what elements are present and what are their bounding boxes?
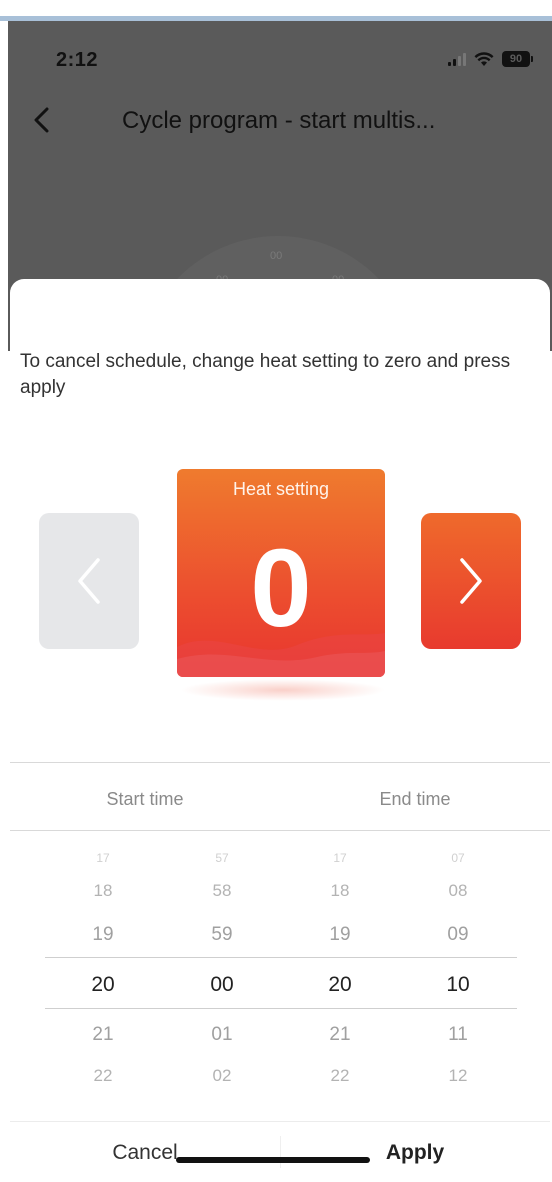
heat-setting-label: Heat setting — [232, 479, 330, 499]
status-bar: 2:12 90 — [8, 21, 552, 101]
wheel-item: 02 — [212, 1066, 232, 1085]
end-minute-wheel[interactable]: 07 08 09 10 11 12 — [398, 851, 518, 1091]
wheel-item: 12 — [448, 1066, 468, 1085]
page-title: Cycle program - start multis... — [122, 107, 436, 134]
wheel-item-selected: 00 — [210, 973, 234, 996]
schedule-bottom-sheet: To cancel schedule, change heat setting … — [10, 279, 550, 1182]
cancel-button[interactable]: Cancel — [10, 1122, 280, 1182]
increase-heat-button[interactable] — [421, 513, 521, 649]
wheel-item: 17 — [333, 851, 347, 865]
chevron-left-icon[interactable] — [30, 105, 54, 135]
status-time: 2:12 — [56, 49, 99, 71]
instruction-text: To cancel schedule, change heat setting … — [20, 351, 511, 398]
wifi-icon — [474, 52, 494, 66]
screenshot-frame: 2:12 90 Cycle program - start multis... … — [0, 0, 552, 1182]
start-hour-wheel[interactable]: 17 18 19 20 21 22 — [43, 851, 163, 1091]
start-time-header: Start time — [106, 789, 184, 809]
wheel-item: 21 — [329, 1024, 351, 1045]
wheel-item: 07 — [451, 851, 465, 865]
status-icons: 90 — [448, 49, 533, 69]
phone-screen: 2:12 90 Cycle program - start multis... … — [8, 21, 552, 1182]
end-time-header: End time — [379, 789, 451, 809]
wheel-item: 58 — [212, 881, 232, 900]
wheel-item-selected: 20 — [91, 973, 115, 996]
wheel-item: 19 — [92, 924, 114, 945]
home-indicator[interactable] — [176, 1157, 370, 1163]
sheet-footer: Cancel Apply — [10, 1121, 550, 1182]
heat-card-shadow — [180, 679, 386, 701]
time-picker: 17 18 19 20 21 22 57 58 59 00 01 02 17 1… — [10, 851, 550, 1091]
wheel-item: 01 — [211, 1024, 233, 1045]
dial-label-top: 00 — [270, 250, 283, 262]
battery-icon: 90 — [502, 51, 533, 67]
wheel-item: 08 — [448, 881, 468, 900]
signal-icon — [448, 52, 466, 66]
wheel-item: 22 — [93, 1066, 113, 1085]
wheel-item-selected: 20 — [328, 973, 352, 996]
start-minute-wheel[interactable]: 57 58 59 00 01 02 — [162, 851, 282, 1091]
chevron-right-icon — [460, 558, 482, 604]
divider-bottom — [10, 830, 550, 831]
wheel-item: 19 — [329, 924, 351, 945]
apply-button[interactable]: Apply — [280, 1122, 550, 1182]
wheel-item-selected: 10 — [446, 973, 470, 996]
wheel-item: 09 — [447, 924, 469, 945]
wheel-item: 22 — [330, 1066, 350, 1085]
wheel-item: 59 — [211, 924, 233, 945]
wheel-item: 11 — [448, 1024, 468, 1045]
wheel-item: 18 — [330, 881, 350, 900]
wheel-item: 17 — [96, 851, 110, 865]
wheel-item: 18 — [93, 881, 113, 900]
decrease-heat-button[interactable] — [39, 513, 139, 649]
end-hour-wheel[interactable]: 17 18 19 20 21 22 — [280, 851, 400, 1091]
chevron-left-icon — [78, 558, 100, 604]
battery-level: 90 — [509, 53, 523, 65]
wheel-item: 21 — [92, 1024, 114, 1045]
divider-top — [10, 762, 550, 763]
heat-setting-value: 0 — [250, 527, 312, 650]
wheel-item: 57 — [215, 851, 229, 865]
heat-setting-card: Heat setting 0 — [177, 469, 385, 677]
